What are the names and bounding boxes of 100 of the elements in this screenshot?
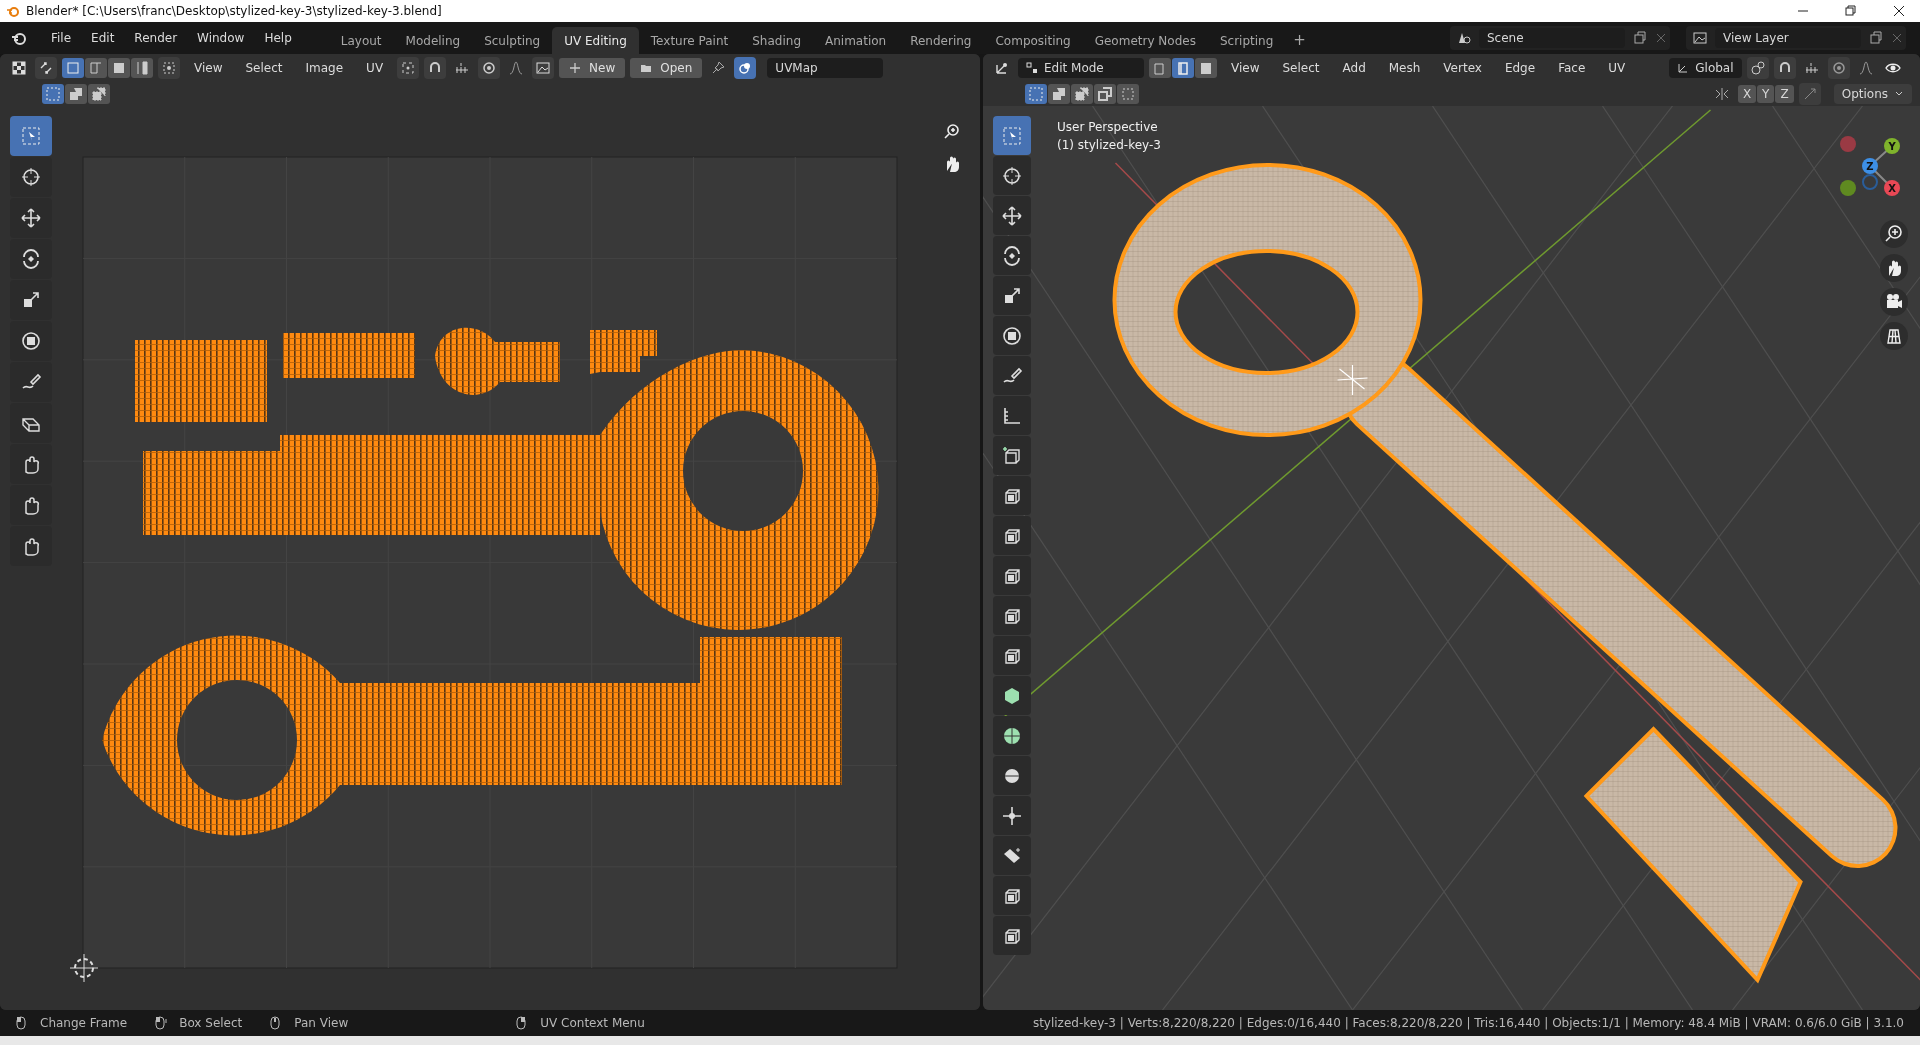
menu-item[interactable]: Render — [125, 28, 187, 48]
tool-button[interactable] — [993, 836, 1031, 875]
tool-button[interactable] — [993, 796, 1031, 835]
tool-button[interactable] — [10, 280, 52, 320]
new-image-button[interactable]: New — [559, 58, 626, 78]
proportional-icon[interactable] — [1827, 57, 1850, 79]
select-mode-icon[interactable] — [131, 58, 153, 78]
open-image-button[interactable]: Open — [630, 58, 703, 78]
menu-item[interactable]: Edit — [82, 28, 124, 48]
axis-dot[interactable] — [1884, 180, 1900, 196]
mode-dropdown[interactable]: Edit Mode — [1018, 58, 1144, 78]
add-workspace-button[interactable]: + — [1285, 27, 1314, 54]
tool-button[interactable] — [993, 236, 1031, 275]
view-layer-field[interactable]: View Layer — [1715, 28, 1861, 48]
box-select-mode-icon[interactable] — [42, 84, 64, 104]
menu-item[interactable]: Mesh — [1379, 58, 1430, 78]
axis-toggle[interactable]: Y — [1757, 85, 1775, 103]
tool-button[interactable] — [993, 596, 1031, 635]
menu-item[interactable]: Face — [1549, 58, 1595, 78]
axis-dot[interactable] — [1862, 158, 1878, 174]
tool-button[interactable] — [993, 916, 1031, 955]
workspace-tab[interactable]: Shading — [740, 27, 813, 54]
uv-map-field[interactable]: UVMap — [767, 58, 884, 78]
box-select-mode-icon[interactable] — [1117, 84, 1139, 104]
tool-button[interactable] — [993, 316, 1031, 355]
tool-button[interactable] — [993, 356, 1031, 395]
menu-item[interactable]: Window — [188, 28, 254, 48]
restore-icon[interactable] — [1844, 4, 1858, 18]
workspace-tab[interactable]: Animation — [813, 27, 899, 54]
axis-toggle[interactable]: Z — [1775, 85, 1794, 103]
workspace-tab[interactable]: Modeling — [393, 27, 473, 54]
workspace-tab[interactable]: Compositing — [983, 27, 1083, 54]
menu-item[interactable]: Help — [255, 28, 301, 48]
tool-button[interactable] — [993, 716, 1031, 755]
workspace-tab[interactable]: Scripting — [1207, 27, 1286, 54]
menu-item[interactable]: UV — [357, 58, 393, 78]
proportional-icon[interactable] — [478, 57, 501, 79]
tool-button[interactable] — [993, 396, 1031, 435]
options-dropdown[interactable]: Options — [1833, 84, 1912, 104]
select-mode-icon[interactable] — [85, 58, 107, 78]
box-select-mode-icon[interactable] — [88, 84, 110, 104]
negative-y-axis-dot[interactable] — [1840, 180, 1856, 196]
axis-dot[interactable] — [1884, 138, 1900, 154]
sync-icon[interactable] — [35, 57, 57, 79]
menu-item[interactable]: View — [1222, 58, 1269, 78]
menu-item[interactable]: File — [42, 28, 81, 48]
tool-button[interactable] — [993, 556, 1031, 595]
tool-button[interactable] — [993, 436, 1031, 475]
workspace-tab[interactable]: Sculpting — [472, 27, 553, 54]
pivot-icon[interactable] — [397, 57, 420, 79]
tool-button[interactable] — [10, 239, 52, 279]
box-select-mode-icon[interactable] — [1025, 84, 1047, 104]
menu-item[interactable]: Select — [1273, 58, 1329, 78]
tool-button[interactable] — [993, 196, 1031, 235]
scene-field[interactable]: Scene — [1479, 28, 1625, 48]
magnet-icon[interactable] — [1773, 57, 1796, 79]
tool-button[interactable] — [10, 157, 52, 197]
tool-button[interactable] — [10, 485, 52, 525]
axis-toggle[interactable]: X — [1737, 85, 1757, 103]
workspace-tab[interactable]: Texture Paint — [638, 27, 741, 54]
tool-button[interactable] — [993, 636, 1031, 675]
close-icon[interactable] — [1892, 4, 1906, 18]
box-select-mode-icon[interactable] — [1048, 84, 1070, 104]
workspace-tab[interactable]: Layout — [328, 27, 394, 54]
orientation-dropdown[interactable]: Global — [1669, 58, 1742, 78]
box-select-mode-icon[interactable] — [65, 84, 87, 104]
tool-button[interactable] — [10, 526, 52, 566]
tool-button[interactable] — [10, 198, 52, 238]
sticky-select-icon[interactable] — [158, 57, 180, 79]
tool-button[interactable] — [993, 476, 1031, 515]
magnet-icon[interactable] — [424, 57, 447, 79]
tool-button[interactable] — [10, 403, 52, 443]
tool-button[interactable] — [993, 756, 1031, 795]
select-mode-icon[interactable] — [1195, 58, 1217, 78]
pivot-icon[interactable] — [1746, 57, 1769, 79]
menu-item[interactable]: Image — [296, 58, 353, 78]
menu-item[interactable]: UV — [1599, 58, 1635, 78]
tool-button[interactable] — [993, 516, 1031, 555]
tool-button[interactable] — [993, 876, 1031, 915]
tool-button[interactable] — [993, 276, 1031, 315]
uv-cursor-icon[interactable] — [69, 953, 99, 983]
overlay-icon[interactable] — [734, 57, 757, 79]
menu-item[interactable]: View — [185, 58, 232, 78]
tool-button[interactable] — [10, 362, 52, 402]
select-mode-icon[interactable] — [1172, 58, 1194, 78]
tool-button[interactable] — [993, 676, 1031, 715]
box-select-mode-icon[interactable] — [1094, 84, 1116, 104]
tool-button[interactable] — [993, 156, 1031, 195]
image-icon[interactable] — [532, 57, 555, 79]
menu-item[interactable]: Vertex — [1434, 58, 1491, 78]
tool-button[interactable] — [10, 444, 52, 484]
negative-x-axis-dot[interactable] — [1840, 136, 1856, 152]
workspace-tab[interactable]: Geometry Nodes — [1082, 27, 1208, 54]
menu-item[interactable]: Add — [1333, 58, 1375, 78]
workspace-tab[interactable]: UV Editing — [552, 27, 639, 54]
tool-button[interactable] — [10, 321, 52, 361]
select-mode-icon[interactable] — [108, 58, 130, 78]
workspace-tab[interactable]: Rendering — [898, 27, 984, 54]
select-mode-icon[interactable] — [1149, 58, 1171, 78]
box-select-mode-icon[interactable] — [1071, 84, 1093, 104]
